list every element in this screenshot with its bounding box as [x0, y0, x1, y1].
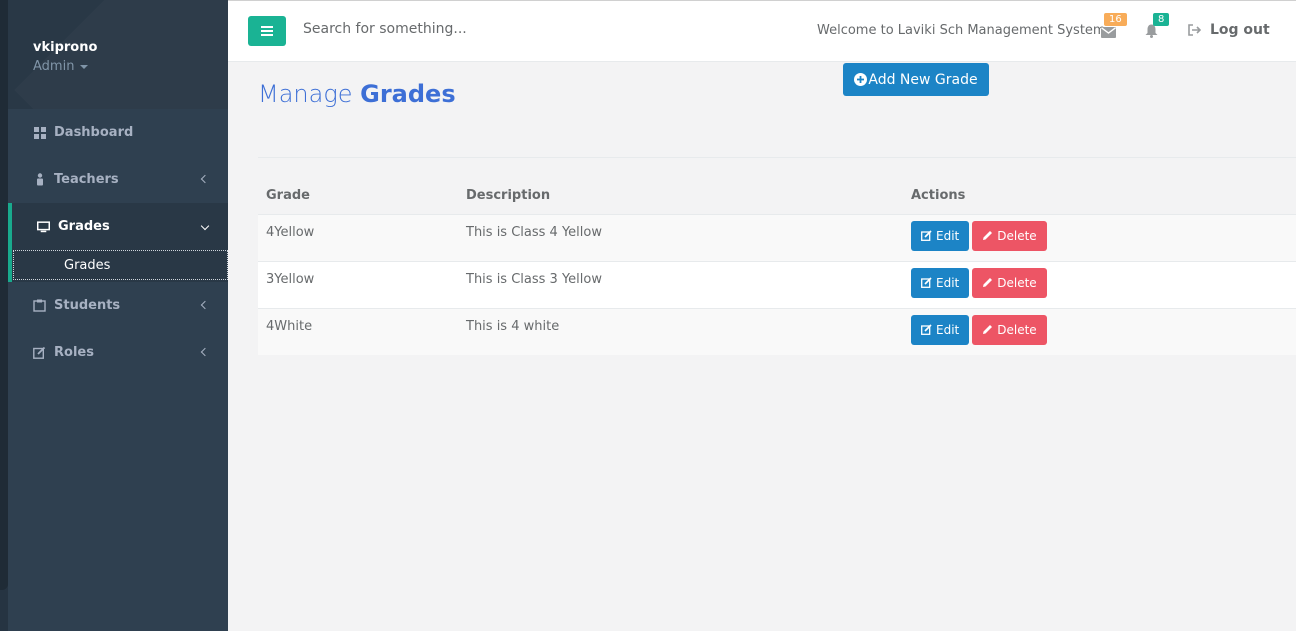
add-button-label: Add New Grade — [868, 71, 978, 88]
window-edge — [0, 0, 8, 631]
profile-header: vkiprono Admin — [8, 0, 228, 109]
edit-icon — [921, 324, 932, 335]
sidebar-item-grades[interactable]: Grades — [8, 203, 228, 250]
sidebar-item-label: Students — [54, 298, 121, 313]
welcome-message: Welcome to Laviki Sch Management System — [817, 23, 1106, 38]
plus-circle-icon — [854, 73, 868, 86]
chevron-left-icon — [200, 347, 210, 356]
actions-cell: Edit Delete — [903, 213, 1296, 261]
grade-cell: 4White — [258, 307, 458, 355]
delete-label: Delete — [997, 228, 1037, 243]
messages-count-badge: 16 — [1104, 13, 1127, 26]
sign-out-icon — [1188, 24, 1201, 36]
table-row: 4Yellow This is Class 4 Yellow Edit Dele… — [258, 213, 1296, 261]
main-content: Manage Grades Add New Grade Grade Descri… — [228, 62, 1296, 631]
delete-button[interactable]: Delete — [972, 220, 1047, 251]
actions-cell: Edit Delete — [903, 260, 1296, 308]
logout-label: Log out — [1210, 22, 1270, 38]
chevron-down-icon — [200, 221, 210, 230]
table-row: 3Yellow This is Class 3 Yellow Edit Dele… — [258, 260, 1296, 308]
edit-label: Edit — [936, 275, 960, 290]
chevron-left-icon — [200, 174, 210, 183]
page-title-light: Manage — [258, 80, 353, 108]
dashboard-icon — [33, 126, 46, 139]
edit-icon — [33, 346, 46, 359]
profile-role: Admin — [33, 59, 75, 74]
column-header-description: Description — [458, 178, 903, 215]
profile-name: vkiprono — [33, 40, 98, 55]
edit-button[interactable]: Edit — [911, 267, 970, 298]
sidebar-submenu: Grades — [8, 250, 228, 282]
edit-button[interactable]: Edit — [911, 220, 970, 251]
sidebar-subitem-grades[interactable]: Grades — [13, 250, 228, 280]
description-cell: This is Class 4 Yellow — [458, 213, 903, 261]
sidebar-item-label: Grades — [58, 219, 110, 234]
edit-icon — [921, 230, 932, 241]
grade-cell: 4Yellow — [258, 213, 458, 261]
desktop-icon — [37, 220, 50, 233]
top-navbar: Search for something... Welcome to Lavik… — [228, 0, 1296, 62]
chevron-left-icon — [200, 300, 210, 309]
sidebar: vkiprono Admin Dashboard Teachers Grades… — [8, 0, 228, 631]
menu-toggle-button[interactable] — [248, 16, 286, 46]
sidebar-item-roles[interactable]: Roles — [8, 329, 228, 376]
delete-label: Delete — [997, 275, 1037, 290]
sidebar-item-students[interactable]: Students — [8, 282, 228, 329]
sidebar-item-teachers[interactable]: Teachers — [8, 156, 228, 203]
edit-button[interactable]: Edit — [911, 314, 970, 345]
hamburger-icon — [261, 26, 273, 36]
column-header-actions: Actions — [903, 178, 1296, 215]
edit-label: Edit — [936, 322, 960, 337]
alerts-button[interactable]: 8 — [1145, 13, 1170, 42]
pencil-icon — [983, 231, 993, 240]
divider — [258, 157, 1296, 158]
caret-down-icon — [80, 64, 89, 69]
sidebar-item-label: Teachers — [54, 172, 119, 187]
delete-label: Delete — [997, 322, 1037, 337]
grade-cell: 3Yellow — [258, 260, 458, 308]
user-icon — [33, 173, 46, 186]
column-header-grade: Grade — [258, 178, 458, 215]
delete-button[interactable]: Delete — [972, 267, 1047, 298]
page-title: Manage Grades — [258, 80, 456, 108]
edit-label: Edit — [936, 228, 960, 243]
table-row: 4White This is 4 white Edit Delete — [258, 307, 1296, 355]
profile-role-dropdown[interactable]: Admin — [33, 59, 228, 74]
add-new-grade-button[interactable]: Add New Grade — [843, 63, 989, 96]
delete-button[interactable]: Delete — [972, 314, 1047, 345]
bell-icon — [1145, 24, 1158, 38]
clipboard-icon — [33, 299, 46, 312]
pencil-icon — [983, 278, 993, 287]
page-title-bold: Grades — [360, 80, 456, 108]
sidebar-item-label: Roles — [54, 345, 94, 360]
envelope-icon — [1101, 27, 1116, 38]
pencil-icon — [983, 325, 993, 334]
edit-icon — [921, 277, 932, 288]
messages-button[interactable]: 16 — [1101, 13, 1127, 42]
logout-link[interactable]: Log out — [1188, 22, 1270, 38]
sidebar-item-label: Dashboard — [54, 125, 134, 140]
actions-cell: Edit Delete — [903, 307, 1296, 355]
grades-table: Grade Description Actions 4Yellow This i… — [258, 178, 1296, 355]
description-cell: This is Class 3 Yellow — [458, 260, 903, 308]
search-input[interactable]: Search for something... — [303, 21, 467, 37]
alerts-count-badge: 8 — [1153, 13, 1170, 26]
sidebar-item-dashboard[interactable]: Dashboard — [8, 109, 228, 156]
description-cell: This is 4 white — [458, 307, 903, 355]
